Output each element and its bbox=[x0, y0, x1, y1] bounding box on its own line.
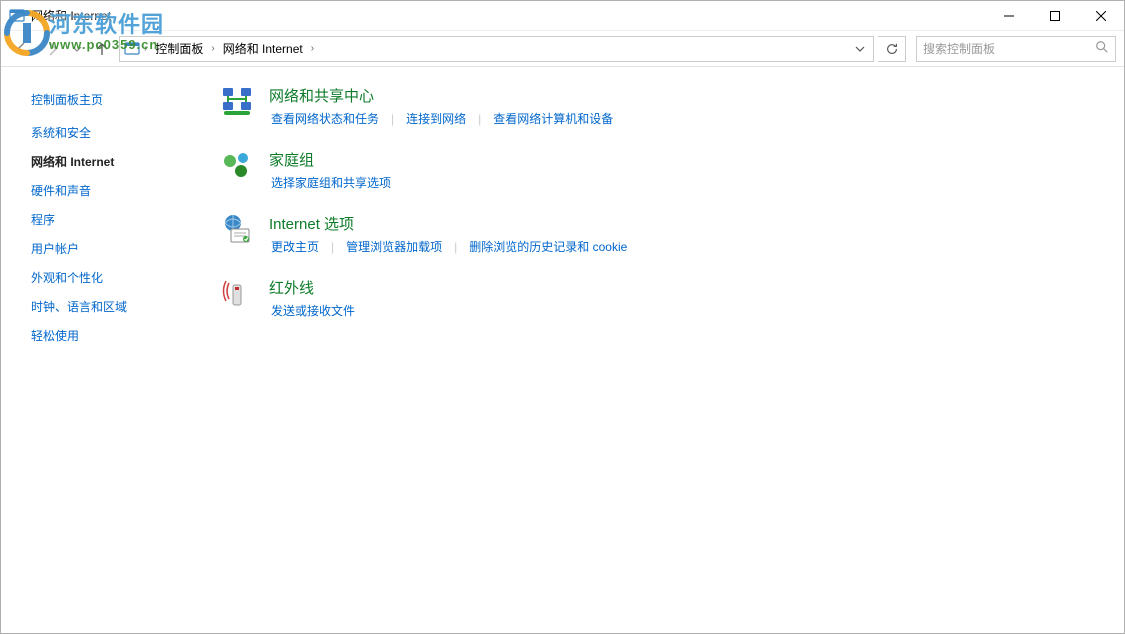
breadcrumb-current-label: 网络和 Internet bbox=[223, 40, 303, 57]
sidebar-home-label: 控制面板主页 bbox=[31, 93, 103, 107]
chevron-right-icon: › bbox=[311, 43, 314, 54]
category-icon bbox=[221, 85, 253, 117]
sidebar-home[interactable]: 控制面板主页 bbox=[1, 85, 201, 118]
sidebar-item-label: 硬件和声音 bbox=[31, 184, 91, 198]
sidebar-item-label: 网络和 Internet bbox=[31, 155, 114, 169]
breadcrumb-current[interactable]: 网络和 Internet bbox=[219, 38, 307, 59]
category-links: 发送或接收文件 bbox=[269, 302, 357, 319]
category-link[interactable]: 查看网络计算机和设备 bbox=[491, 110, 615, 127]
sidebar-item-label: 系统和安全 bbox=[31, 126, 91, 140]
category-link[interactable]: 选择家庭组和共享选项 bbox=[269, 174, 393, 191]
category-link[interactable]: 删除浏览的历史记录和 cookie bbox=[467, 238, 629, 255]
breadcrumb-root-label: 控制面板 bbox=[155, 40, 203, 57]
link-separator: | bbox=[478, 112, 481, 126]
sidebar-item[interactable]: 轻松使用 bbox=[1, 321, 201, 350]
sidebar-item[interactable]: 外观和个性化 bbox=[1, 263, 201, 292]
sidebar-item[interactable]: 硬件和声音 bbox=[1, 176, 201, 205]
nav-row: › 控制面板 › 网络和 Internet › bbox=[1, 31, 1124, 67]
content-area: 网络和共享中心查看网络状态和任务 | 连接到网络 | 查看网络计算机和设备家庭组选择家庭… bbox=[201, 67, 1124, 633]
sidebar-item[interactable]: 系统和安全 bbox=[1, 118, 201, 147]
category-row: 网络和共享中心查看网络状态和任务 | 连接到网络 | 查看网络计算机和设备 bbox=[221, 85, 1104, 127]
category-body: Internet 选项更改主页 | 管理浏览器加载项 | 删除浏览的历史记录和 cook… bbox=[269, 213, 629, 255]
category-link[interactable]: 连接到网络 bbox=[404, 110, 468, 127]
sidebar-item[interactable]: 用户帐户 bbox=[1, 234, 201, 263]
sidebar-item-label: 用户帐户 bbox=[31, 242, 79, 256]
chevron-right-icon: › bbox=[144, 43, 147, 54]
category-title[interactable]: Internet 选项 bbox=[269, 213, 629, 234]
link-separator: | bbox=[391, 112, 394, 126]
window-controls bbox=[986, 1, 1124, 31]
window-icon bbox=[9, 8, 25, 24]
category-body: 网络和共享中心查看网络状态和任务 | 连接到网络 | 查看网络计算机和设备 bbox=[269, 85, 615, 127]
category-link[interactable]: 更改主页 bbox=[269, 238, 321, 255]
sidebar-item-label: 时钟、语言和区域 bbox=[31, 300, 127, 314]
category-link[interactable]: 查看网络状态和任务 bbox=[269, 110, 381, 127]
back-button[interactable] bbox=[9, 36, 35, 62]
link-separator: | bbox=[454, 240, 457, 254]
category-links: 选择家庭组和共享选项 bbox=[269, 174, 393, 191]
search-icon bbox=[1095, 40, 1109, 57]
sidebar-item-label: 轻松使用 bbox=[31, 329, 79, 343]
close-button[interactable] bbox=[1078, 1, 1124, 31]
sidebar-item-label: 外观和个性化 bbox=[31, 271, 103, 285]
forward-button[interactable] bbox=[39, 36, 65, 62]
category-row: 红外线发送或接收文件 bbox=[221, 277, 1104, 319]
category-link[interactable]: 管理浏览器加载项 bbox=[344, 238, 444, 255]
breadcrumb-root[interactable]: 控制面板 bbox=[151, 38, 207, 59]
category-row: Internet 选项更改主页 | 管理浏览器加载项 | 删除浏览的历史记录和 cook… bbox=[221, 213, 1104, 255]
minimize-button[interactable] bbox=[986, 1, 1032, 31]
titlebar-left: 网络和 Internet bbox=[9, 7, 111, 24]
category-links: 查看网络状态和任务 | 连接到网络 | 查看网络计算机和设备 bbox=[269, 110, 615, 127]
search-input[interactable] bbox=[923, 42, 1095, 56]
link-separator: | bbox=[331, 240, 334, 254]
titlebar: 网络和 Internet bbox=[1, 1, 1124, 31]
category-body: 红外线发送或接收文件 bbox=[269, 277, 357, 319]
sidebar-item[interactable]: 网络和 Internet bbox=[1, 147, 201, 176]
category-title[interactable]: 红外线 bbox=[269, 277, 357, 298]
category-body: 家庭组选择家庭组和共享选项 bbox=[269, 149, 393, 191]
category-icon bbox=[221, 277, 253, 309]
sidebar-item-label: 程序 bbox=[31, 213, 55, 227]
recent-dropdown[interactable] bbox=[69, 36, 85, 62]
body: 控制面板主页 系统和安全网络和 Internet 硬件和声音程序用户帐户外观和个性… bbox=[1, 67, 1124, 633]
address-dropdown[interactable] bbox=[851, 38, 869, 60]
addressbar-icon bbox=[124, 41, 140, 57]
category-link[interactable]: 发送或接收文件 bbox=[269, 302, 357, 319]
category-icon bbox=[221, 213, 253, 245]
up-button[interactable] bbox=[89, 36, 115, 62]
category-links: 更改主页 | 管理浏览器加载项 | 删除浏览的历史记录和 cookie bbox=[269, 238, 629, 255]
search-box[interactable] bbox=[916, 36, 1116, 62]
category-title[interactable]: 网络和共享中心 bbox=[269, 85, 615, 106]
sidebar-item[interactable]: 程序 bbox=[1, 205, 201, 234]
window-title: 网络和 Internet bbox=[31, 7, 111, 24]
maximize-button[interactable] bbox=[1032, 1, 1078, 31]
category-row: 家庭组选择家庭组和共享选项 bbox=[221, 149, 1104, 191]
category-icon bbox=[221, 149, 253, 181]
category-title[interactable]: 家庭组 bbox=[269, 149, 393, 170]
chevron-right-icon: › bbox=[211, 43, 214, 54]
sidebar-item[interactable]: 时钟、语言和区域 bbox=[1, 292, 201, 321]
sidebar: 控制面板主页 系统和安全网络和 Internet 硬件和声音程序用户帐户外观和个性… bbox=[1, 67, 201, 633]
address-bar[interactable]: › 控制面板 › 网络和 Internet › bbox=[119, 36, 874, 62]
refresh-button[interactable] bbox=[878, 36, 906, 62]
